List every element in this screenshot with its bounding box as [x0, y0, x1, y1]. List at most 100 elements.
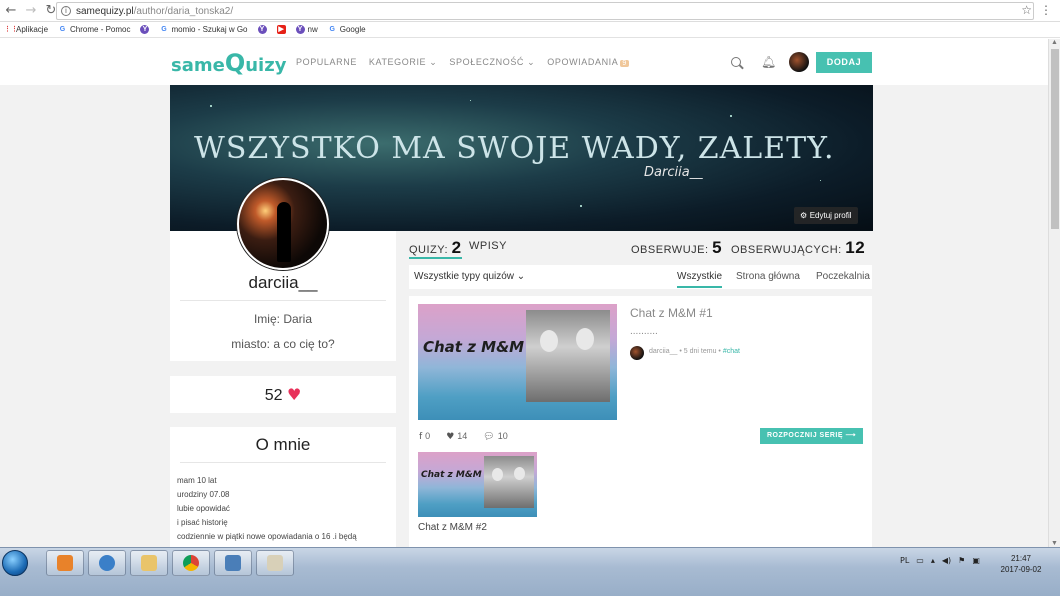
tab-waiting-room[interactable]: Poczekalnia — [816, 271, 870, 282]
back-icon[interactable]: ← — [2, 2, 20, 20]
browser-menu-icon[interactable]: ⋮ — [1040, 3, 1052, 17]
about-card: O mnie mam 10 lat urodziny 07.08 lubie o… — [170, 427, 396, 547]
add-button[interactable]: DODAJ — [816, 52, 872, 73]
about-line: mam 10 lat — [177, 476, 217, 485]
taskbar-thunderbird[interactable] — [88, 550, 126, 576]
quiz-thumbnail[interactable]: Chat z M&M — [418, 304, 617, 420]
nav-categories[interactable]: KATEGORIE ⌄ — [369, 57, 437, 68]
nav-community[interactable]: SPOŁECZNOŚĆ ⌄ — [449, 57, 535, 68]
flag-icon[interactable]: ⚑ — [958, 556, 965, 565]
author-avatar[interactable] — [630, 346, 644, 360]
start-series-button[interactable]: ROZPOCZNIJ SERIĘ ⟶ — [760, 428, 863, 444]
bookmark-youtube[interactable]: ▶ — [276, 25, 286, 34]
bookmark-momio[interactable]: Gmomio - Szukaj w Go — [159, 25, 247, 34]
site-logo[interactable]: sameQuizy — [171, 49, 286, 77]
network-icon[interactable]: ▣ — [972, 556, 980, 565]
quiz-type-select[interactable]: Wszystkie typy quizów ⌄ — [414, 271, 525, 282]
nav-stories[interactable]: OPOWIADANIA 9 — [547, 57, 629, 68]
folder-icon — [141, 555, 157, 571]
facebook-icon: f — [419, 432, 423, 442]
chevron-up-icon[interactable]: ▴ — [931, 556, 935, 565]
banner-star — [730, 115, 732, 117]
divider — [180, 300, 386, 301]
banner-star — [470, 100, 471, 101]
google-icon: G — [329, 26, 335, 33]
quiz-counts: f0 ♥ 14 💬︎ 10 — [419, 431, 508, 442]
bookmark-google[interactable]: G Google — [328, 25, 366, 34]
google-icon: G — [59, 26, 66, 33]
page-content: sameQuizy POPULARNE KATEGORIE ⌄ SPOŁECZN… — [0, 39, 1048, 547]
about-title: O mnie — [255, 435, 311, 454]
tab-quizzes[interactable]: QUIZY: 2 — [409, 235, 462, 259]
bookmark-chrome-help[interactable]: G Chrome - Pomoc — [58, 25, 131, 34]
browser-toolbar: ← → ↻ i samequizy.pl/author/daria_tonska… — [0, 0, 1060, 22]
followers-stat[interactable]: OBSERWUJĄCYCH: 12 — [731, 238, 865, 258]
system-tray: PL ▭ ▴ ◀) ⚑ ▣ — [900, 556, 980, 565]
banner-star — [210, 105, 212, 107]
edit-profile-button[interactable]: ⚙ Edytuj profil — [794, 207, 858, 224]
window-icon — [225, 555, 241, 571]
bookmark-nw[interactable]: Ynw — [295, 25, 318, 34]
url-domain: samequizy.pl — [76, 5, 134, 17]
start-button[interactable] — [2, 550, 28, 576]
page-scrollbar[interactable]: ▲ ▼ — [1048, 39, 1060, 547]
tab-all[interactable]: Wszystkie — [677, 271, 722, 288]
banner-star — [580, 205, 582, 207]
banner-signature: Darciia__ — [644, 165, 703, 180]
about-line: lubie opowidać — [177, 504, 230, 513]
bookmark-apps[interactable]: ⋮⋮ Aplikacje — [4, 25, 48, 34]
forward-icon[interactable]: → — [22, 2, 40, 20]
quiz-title[interactable]: Chat z M&M #1 — [630, 306, 713, 320]
quiz-thumbnail[interactable]: Chat z M&M — [418, 452, 537, 517]
heart-icon: ♥ — [286, 385, 302, 404]
following-stat[interactable]: OBSERWUJE: 5 — [631, 238, 722, 258]
site-header: sameQuizy POPULARNE KATEGORIE ⌄ SPOŁECZN… — [0, 39, 1048, 85]
share-count[interactable]: f0 — [419, 431, 430, 442]
mail-icon — [99, 555, 115, 571]
taskbar-media-player[interactable] — [46, 550, 84, 576]
comment-count[interactable]: 💬︎ 10 — [483, 431, 507, 442]
likes-card: 52 ♥ — [170, 376, 396, 413]
thumbnail-caption: Chat z M&M — [421, 470, 482, 480]
tab-posts[interactable]: WPISY — [469, 240, 507, 252]
banner-star — [820, 180, 821, 181]
about-line: codziennie w piątki nowe opowiadania o 1… — [177, 532, 357, 541]
keyboard-icon[interactable]: ▭ — [916, 556, 924, 565]
scroll-up-icon[interactable]: ▲ — [1051, 39, 1058, 46]
face-shape — [514, 467, 525, 480]
bookmarks-bar: ⋮⋮ Aplikacje G Chrome - Pomoc Y Gmomio - S… — [0, 22, 1060, 38]
nav-popular[interactable]: POPULARNE — [296, 57, 357, 68]
language-indicator[interactable]: PL — [900, 556, 909, 565]
taskbar-explorer[interactable] — [130, 550, 168, 576]
avatar-silhouette — [277, 202, 291, 262]
youtube-icon: ▶ — [276, 25, 286, 34]
taskbar-window[interactable] — [214, 550, 252, 576]
volume-icon[interactable]: ◀) — [942, 556, 951, 565]
user-avatar[interactable] — [789, 52, 809, 72]
taskbar-paint[interactable] — [256, 550, 294, 576]
divider — [180, 462, 386, 463]
address-bar[interactable]: i samequizy.pl/author/daria_tonska2/ — [56, 2, 1034, 20]
comment-icon: 💬︎ — [483, 432, 495, 442]
tab-homepage[interactable]: Strona główna — [736, 271, 800, 282]
search-icon[interactable] — [731, 57, 741, 67]
gear-icon: ⚙ — [800, 211, 810, 220]
yahoo-icon: Y — [140, 25, 150, 34]
yahoo-icon: Y — [295, 25, 305, 34]
bookmark-yahoo[interactable]: Y — [140, 25, 150, 34]
taskbar-chrome[interactable] — [172, 550, 210, 576]
bookmark-yahoo-2[interactable]: Y — [257, 25, 267, 34]
bell-icon[interactable]: 🔔︎ — [761, 55, 776, 69]
like-count[interactable]: ♥ 14 — [446, 431, 467, 442]
scroll-thumb[interactable] — [1051, 49, 1059, 229]
bookmark-star-icon[interactable]: ☆ — [1021, 3, 1032, 17]
about-line: i pisać historię — [177, 518, 228, 527]
scroll-down-icon[interactable]: ▼ — [1051, 540, 1058, 547]
about-line: urodziny 07.08 — [177, 490, 230, 499]
apps-grid-icon: ⋮⋮ — [4, 26, 18, 33]
system-clock[interactable]: 21:47 2017-09-02 — [996, 553, 1046, 575]
info-icon[interactable]: i — [61, 6, 71, 16]
about-text: mam 10 lat urodziny 07.08 lubie opowidać… — [177, 474, 357, 544]
quiz-filter-bar: Wszystkie typy quizów ⌄ Wszystkie Strona… — [409, 265, 872, 289]
quiz-title[interactable]: Chat z M&M #2 — [418, 522, 487, 533]
